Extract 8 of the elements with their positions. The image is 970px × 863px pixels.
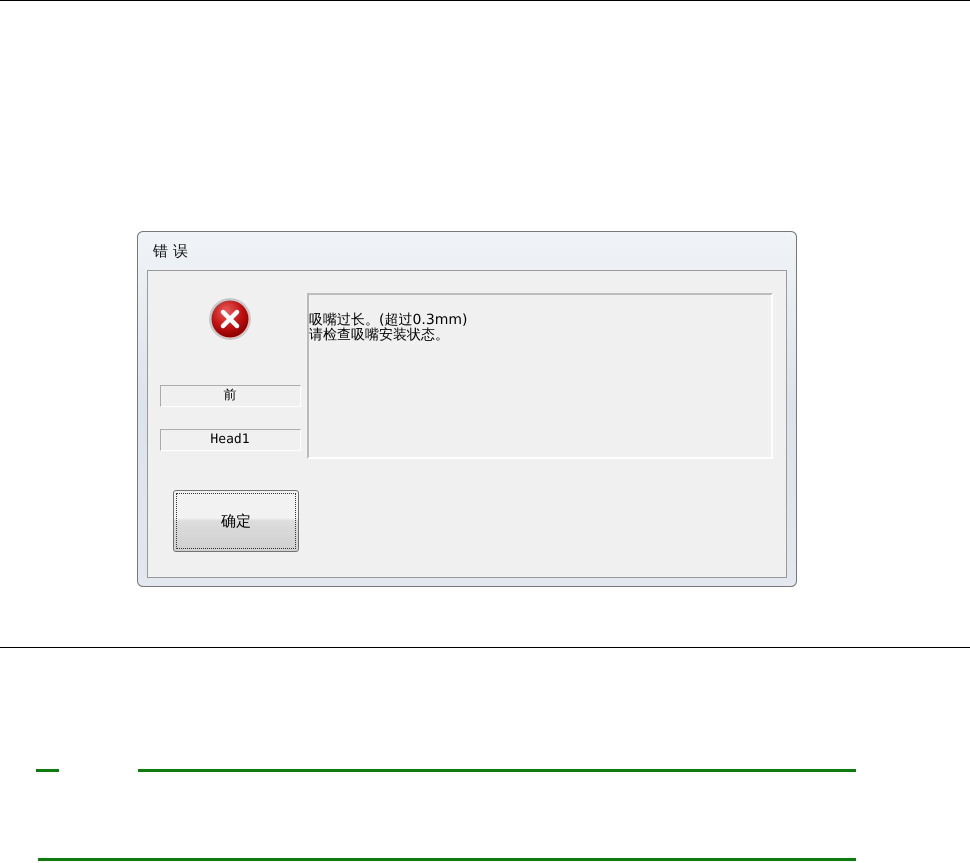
ok-button[interactable]: 确定 [173, 490, 299, 552]
status-label: Head1 [160, 429, 300, 452]
status-label: 前 [160, 385, 300, 408]
fill-in-line [36, 769, 59, 772]
error-icon [208, 297, 252, 342]
message-text: 吸嘴过长。(超过0.3mm) [309, 313, 468, 328]
message-text: 请检查吸嘴安装状态。 [309, 328, 450, 344]
dialog-title: 错 误 [153, 242, 188, 261]
